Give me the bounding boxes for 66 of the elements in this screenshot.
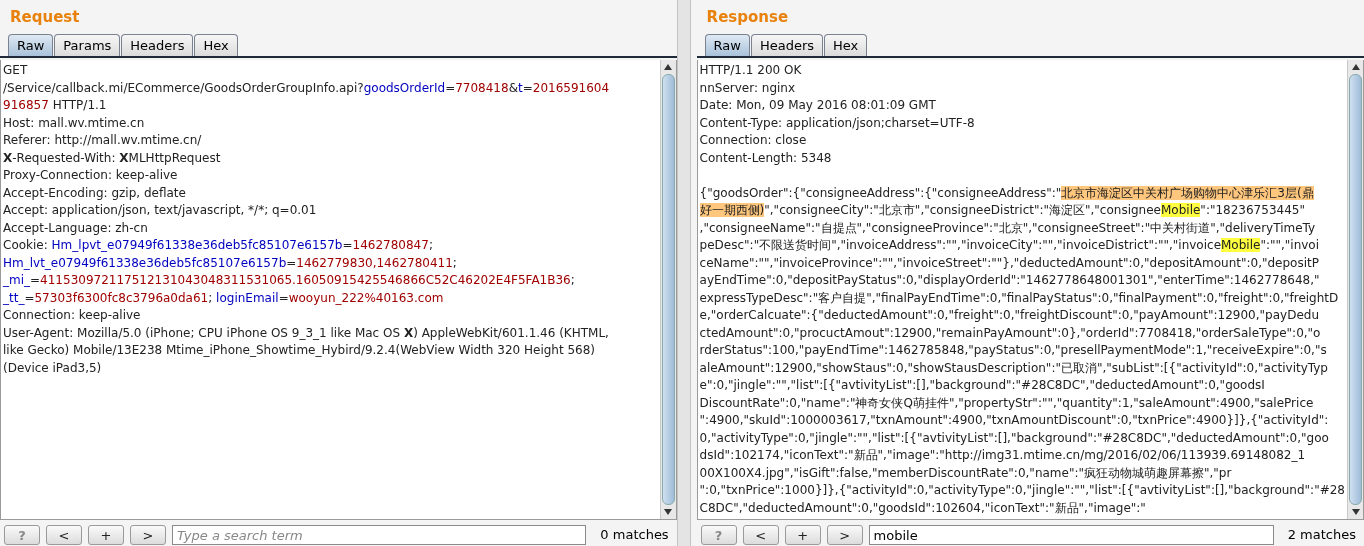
up-arrow-icon[interactable] — [664, 64, 673, 70]
search-nav-button[interactable]: > — [826, 525, 863, 545]
tab[interactable]: Params — [54, 34, 121, 56]
code-line: peDesc":"不限送货时间","invoiceAddress":"","invoiceCity":"","invoiceDistrict":"","invoiceMobile":"","invoi — [699, 237, 1320, 254]
panel-title: Response — [705, 7, 790, 28]
search-nav-button[interactable]: < — [742, 525, 779, 545]
code-line: ceName":"","invoiceProvince":"","invoiceStreet":""},"deductedAmount":0,"depositAmount":0,"depositP — [699, 254, 1319, 272]
code-line: e":0,"jingle":"","list":[{"avtivityList":[],"background":"#28C8DC","deductedAmount":0,"goodsI — [699, 377, 1265, 394]
code-line: dsId":102174,"iconText":"新品","image":"http://img31.mtime.cn/mg/2016/02/06/113939.69148082_1 — [699, 447, 1306, 464]
panel-title: Request — [9, 7, 81, 28]
tab[interactable]: Headers — [121, 34, 194, 56]
code-line: HTTP/1.1 200 OK — [699, 62, 802, 79]
search-nav-button[interactable]: < — [46, 525, 82, 545]
code-line: Accept: application/json, text/javascript, */*; q=0.01 — [3, 202, 317, 219]
code-line: Content-Length: 5348 — [699, 149, 832, 167]
scrollbar[interactable] — [1347, 60, 1363, 519]
code-line: Referer: http://mall.wv.mtime.cn/ — [3, 132, 202, 149]
search-field[interactable]: Type a search term — [172, 525, 587, 545]
code-line: ":0,"txnPrice":1000}]},{"activityId":0,"activityType":0,"jingle":"","list":[{"avtivityList":[],"background":"#28 — [699, 482, 1345, 499]
code-line: Host: mall.wv.mtime.cn — [3, 114, 145, 132]
code-line: Hm_lvt_e07949f61338e36deb5fc85107e6157b=1462779830,1462780411; — [3, 254, 457, 272]
down-arrow-icon[interactable] — [1351, 509, 1360, 515]
code-line: _tt_=57303f6300fc8c3796a0da61; loginEmail=wooyun_222%40163.com — [3, 289, 444, 307]
code-line: _mi_=411530972117512131043048311531065.16050915425546866C52C46202E4F5FA1B36; — [3, 272, 575, 289]
code-line: aleAmount":12900,"showStaus":0,"showStausDescription":"已取消","subList":[{"activityId":0,"activityTyp — [699, 359, 1328, 377]
code-line: X-Requested-With: XMLHttpRequest — [3, 149, 221, 167]
match-count: 2 matches — [1287, 526, 1356, 545]
code-line: /Service/callback.mi/ECommerce/GoodsOrderGroupInfo.api?goodsOrderId=7708418&t=2016591604 — [3, 79, 610, 97]
code-line: Content-Type: application/json;charset=UTF-8 — [699, 114, 975, 132]
code-line: GET — [3, 62, 28, 79]
code-line: 00X100X4.jpg","isGift":false,"memberDiscountRate":0,"name":"疯狂动物城萌趣屏幕擦","pr — [699, 464, 1232, 482]
code-line: Cookie: Hm_lpvt_e07949f61338e36deb5fc85107e6157b=1462780847; — [3, 237, 433, 254]
code-line: ":4900,"skuId":1000003617,"txnAmount":4900,"txnAmountDiscount":0,"txnPrice":4900}]},{"activityId": — [699, 412, 1329, 429]
code-line: (Device iPad3,5) — [3, 359, 102, 377]
code-line: like Gecko) Mobile/13E238 Mtime_iPhone_Showtime_Hybird/9.2.4(WebView Width 320 Height 568) — [3, 342, 596, 359]
code-line: e,"orderCalcuate":{"deductedAmount":0,"freight":0,"freightDiscount":0,"payAmount":12900,"payDedu — [699, 307, 1319, 324]
code-line: expressTypeDesc":"客户自提","finalPayEndTime":0,"finalPayStatus":0,"finalPayment":0,"freight":0,"freightD — [699, 289, 1339, 307]
match-count: 0 matches — [600, 526, 669, 545]
code-line: nnServer: nginx — [699, 79, 796, 97]
up-arrow-icon[interactable] — [1351, 64, 1360, 70]
code-line: ayEndTime":0,"depositPayStatus":0,"displayOrderId":"1462778648001301","enterTime":1462778648," — [699, 272, 1320, 289]
code-line: 916857 HTTP/1.1 — [3, 97, 107, 114]
code-line: C8DC","deductedAmount":0,"goodsId":102604,"iconText":"新品","image":" — [699, 499, 1146, 517]
search-field[interactable]: mobile — [868, 525, 1274, 545]
tab[interactable]: Headers — [750, 34, 824, 56]
code-line: User-Agent: Mozilla/5.0 (iPhone; CPU iPhone OS 9_3_1 like Mac OS X) AppleWebKit/601.1.46 (KHTML, — [3, 324, 609, 342]
code-line: Date: Mon, 09 May 2016 08:01:09 GMT — [699, 97, 936, 114]
tab[interactable]: Hex — [194, 34, 238, 56]
code-line: ,"consigneeName":"自提点","consigneeProvince":"北京","consigneeStreet":"中关村街道","deliveryTimeTy — [699, 219, 1316, 237]
search-nav-button[interactable]: + — [88, 525, 124, 545]
code-line: Connection: keep-alive — [3, 307, 141, 324]
code-line: Accept-Language: zh-cn — [3, 219, 148, 237]
code-line: 0,"activityType":0,"jingle":"","list":[{"avtivityList":[],"background":"#28C8DC","deductedAmount":0,"goo — [699, 429, 1329, 447]
code-line: DiscountRate":0,"name":"神奇女侠Q萌挂件","propertyStr":"","quantity":1,"saleAmount":4900,"salePrice — [699, 394, 1314, 412]
tab[interactable]: Hex — [824, 34, 868, 56]
scrollbar[interactable] — [659, 60, 676, 519]
code-line: Accept-Encoding: gzip, deflate — [3, 184, 186, 202]
down-arrow-icon[interactable] — [664, 509, 673, 515]
search-nav-button[interactable]: + — [784, 525, 821, 545]
code-line: Connection: close — [699, 132, 807, 149]
code-line: Proxy-Connection: keep-alive — [3, 167, 178, 184]
search-nav-button[interactable]: > — [130, 525, 166, 545]
tab[interactable]: Raw — [8, 34, 54, 56]
code-line: ctedAmount":0,"procuctAmout":12900,"remainPayAmount":0},"orderId":7708418,"orderSaleType":0,"o — [699, 324, 1321, 342]
code-line: rderStatus":100,"payEndTime":1462785848,"payStatus":0,"presellPaymentMode":1,"receiveExpire":0,"s — [699, 342, 1327, 359]
tab[interactable]: Raw — [704, 34, 750, 56]
